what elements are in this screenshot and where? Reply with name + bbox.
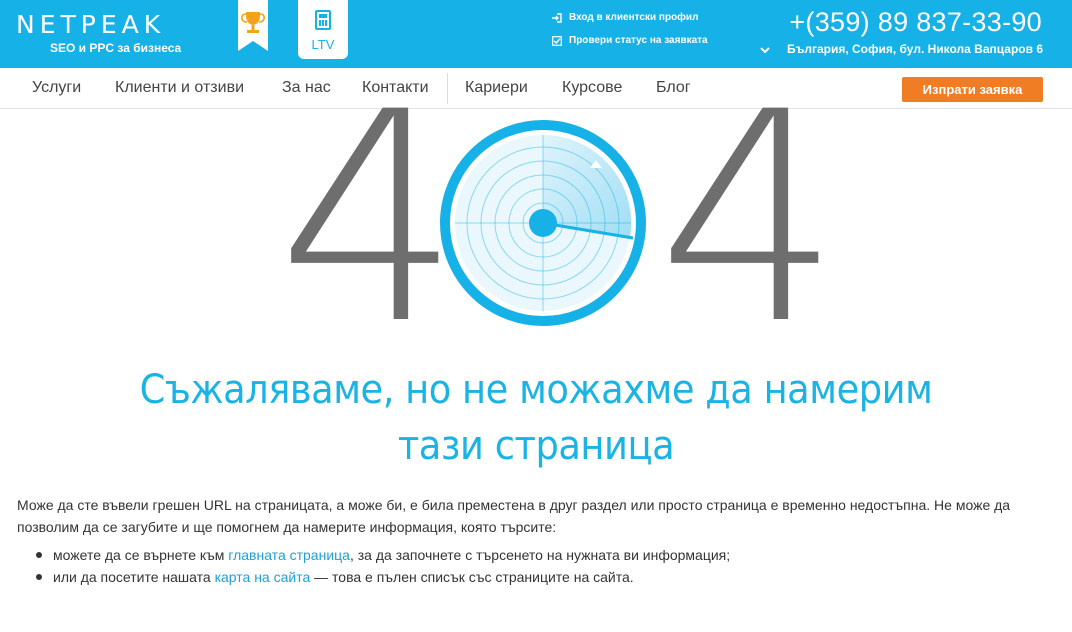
nav-item-services[interactable]: Услуги — [32, 68, 81, 108]
bullet2-text-post: — това е пълен списък със страниците на … — [310, 569, 634, 585]
sitemap-link[interactable]: карта на сайта — [215, 569, 311, 585]
bullet1-text-post: , за да започнете с търсенето на нужната… — [349, 547, 731, 563]
calculator-icon — [315, 10, 331, 30]
login-link[interactable]: Вход в клиентски профил — [552, 10, 708, 25]
nav-item-courses[interactable]: Курсове — [562, 68, 622, 108]
error-digit-left: 4 — [277, 51, 462, 388]
logo-tagline: SEO и PPC за бизнеса — [50, 41, 182, 55]
nav-item-careers[interactable]: Кариери — [465, 68, 528, 108]
checkbox-icon — [552, 35, 562, 46]
logo[interactable]: NETPEAK SEO и PPC за бизнеса — [16, 10, 181, 55]
send-request-button[interactable]: Изпрати заявка — [902, 77, 1043, 102]
main-nav: Услуги Клиенти и отзиви За нас Контакти … — [0, 68, 1072, 109]
list-item: можете да се върнете към главната страни… — [36, 544, 730, 566]
error-digit-right: 4 — [657, 51, 842, 388]
logo-wordmark: NETPEAK — [16, 10, 166, 39]
bullet2-text-pre: или да посетите нашата — [53, 569, 215, 585]
homepage-link[interactable]: главната страница — [228, 547, 350, 563]
phone-number[interactable]: +(359) 89 837-33-90 — [789, 6, 1042, 38]
ltv-label: LTV — [311, 37, 335, 52]
trophy-ribbon-icon[interactable] — [238, 0, 268, 51]
suggestion-list: можете да се върнете към главната страни… — [36, 544, 730, 588]
top-header: NETPEAK SEO и PPC за бизнеса LTV Вход в … — [0, 0, 1072, 68]
check-status-link[interactable]: Провери статус на заявката — [552, 33, 708, 48]
error-headline: Съжаляваме, но не можахме да намерим таз… — [139, 367, 933, 469]
login-link-label: Вход в клиентски профил — [569, 12, 699, 23]
error-description: Може да сте въвели грешен URL на страниц… — [17, 497, 1011, 535]
quick-links: Вход в клиентски профил Провери статус н… — [552, 10, 708, 56]
radar-icon — [440, 120, 646, 326]
list-item: или да посетите нашата карта на сайта — … — [36, 566, 730, 588]
bullet1-text-pre: можете да се върнете към — [53, 547, 229, 563]
login-arrow-icon — [552, 12, 562, 23]
check-status-label: Провери статус на заявката — [569, 35, 708, 46]
nav-item-clients[interactable]: Клиенти и отзиви — [115, 68, 244, 108]
